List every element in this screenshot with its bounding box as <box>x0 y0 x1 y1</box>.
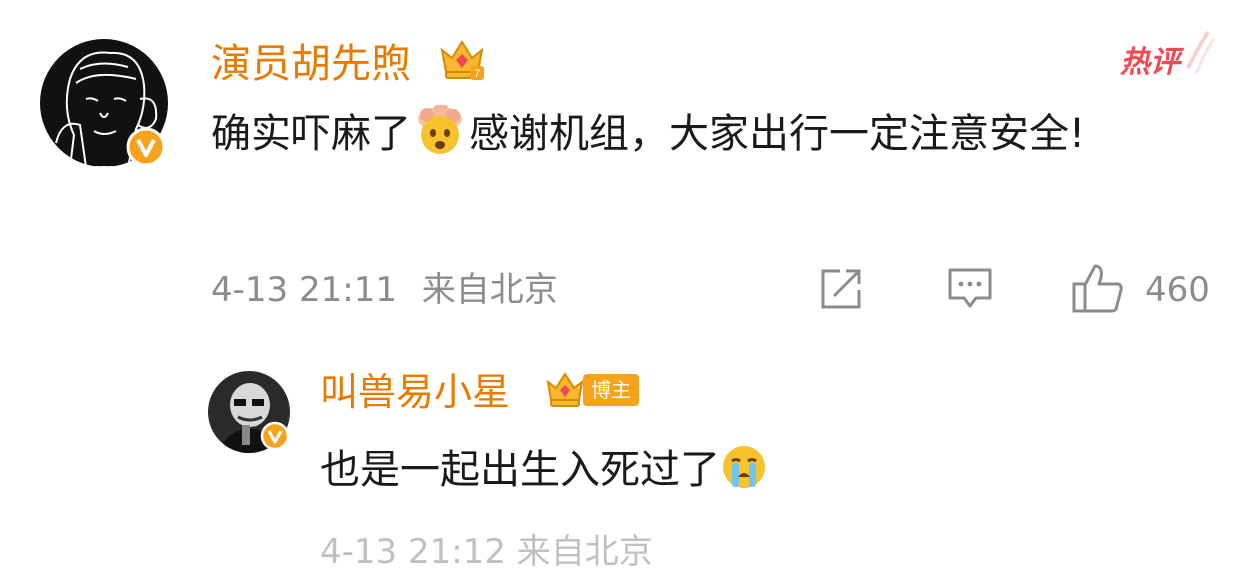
comment-text-part-2: 感谢机组，大家出行一定注意安全! <box>469 111 1086 157</box>
svg-text:7: 7 <box>474 68 480 80</box>
comment-meta: 4-13 21:11 来自北京 <box>211 266 558 314</box>
reply-meta: 4-13 21:12 来自北京 <box>320 532 653 572</box>
comment-text-part-1: 确实吓麻了 <box>211 111 411 157</box>
crown-icon <box>545 370 585 410</box>
comment-icon[interactable] <box>946 266 994 312</box>
share-icon[interactable] <box>818 266 864 312</box>
verified-v-icon <box>126 127 166 171</box>
comment-time: 4-13 21:11 <box>211 270 397 310</box>
comment-text: 确实吓麻了 感谢机组，大家出行一定注意安全! <box>211 100 1211 176</box>
crown-icon: 7 <box>438 36 486 84</box>
exploding-head-emoji-icon <box>411 103 469 176</box>
author-name[interactable]: 演员胡先煦 <box>211 38 411 90</box>
verified-v-icon <box>260 421 290 455</box>
comment-location: 来自北京 <box>421 270 558 310</box>
like-count: 460 <box>1145 270 1210 310</box>
reply-author-name[interactable]: 叫兽易小星 <box>320 366 510 418</box>
author-avatar[interactable] <box>40 39 168 167</box>
hot-badge-decoration <box>1178 28 1218 80</box>
loudly-crying-face-emoji-icon <box>720 443 768 508</box>
reply-author-avatar[interactable] <box>208 371 290 453</box>
reply-text: 也是一起出生入死过了 <box>320 440 768 508</box>
hot-comment-badge: 热评 <box>1120 45 1180 80</box>
like-thumbs-up-icon[interactable] <box>1071 262 1125 314</box>
reply-text-content: 也是一起出生入死过了 <box>320 447 720 493</box>
blogger-tag: 博主 <box>583 374 639 406</box>
